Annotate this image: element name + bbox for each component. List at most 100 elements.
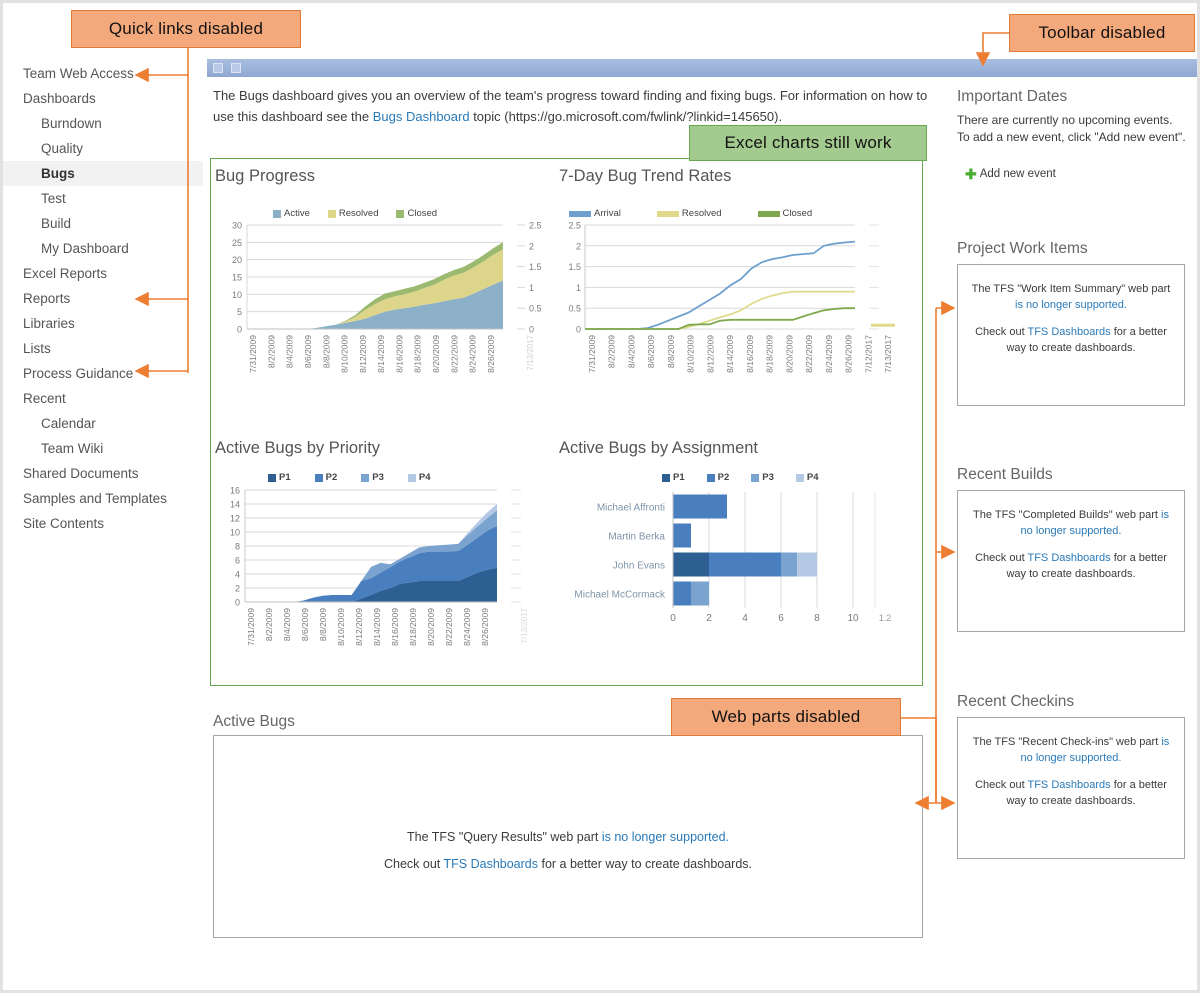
svg-text:1.5: 1.5 <box>568 262 581 272</box>
sidebar-item-lists[interactable]: Lists <box>3 336 203 361</box>
panel-title: Project Work Items <box>957 240 1185 258</box>
sidebar-item-quality[interactable]: Quality <box>3 136 203 161</box>
svg-text:8/2/2009: 8/2/2009 <box>266 335 276 368</box>
svg-text:2: 2 <box>235 584 240 594</box>
svg-text:7/31/2009: 7/31/2009 <box>246 608 256 646</box>
tfs-dashboards-link[interactable]: TFS Dashboards <box>1027 326 1110 338</box>
tfs-dashboards-link[interactable]: TFS Dashboards <box>1027 552 1110 564</box>
svg-text:8: 8 <box>814 613 820 624</box>
active-bugs-title: Active Bugs <box>213 713 295 731</box>
sidebar-item-bugs[interactable]: Bugs <box>3 161 203 186</box>
tfs-dashboards-link[interactable]: TFS Dashboards <box>1027 779 1110 791</box>
svg-text:8/24/2009: 8/24/2009 <box>462 608 472 646</box>
add-new-event-link[interactable]: ✚ Add new event <box>965 167 1197 181</box>
project-work-items-panel: Project Work Items The TFS "Work Item Su… <box>957 240 1185 406</box>
sidebar-item-label: Quality <box>41 141 83 156</box>
sidebar-item-samples-and-templates[interactable]: Samples and Templates <box>3 486 203 511</box>
sidebar-item-burndown[interactable]: Burndown <box>3 111 203 136</box>
sidebar-item-site-contents[interactable]: Site Contents <box>3 511 203 536</box>
svg-text:15: 15 <box>232 273 242 283</box>
legend-item: P2 <box>707 472 730 483</box>
sidebar-item-test[interactable]: Test <box>3 186 203 211</box>
legend-item: Closed <box>758 208 813 219</box>
toolbar[interactable] <box>207 59 1197 77</box>
sidebar-item-label: Recent <box>23 391 66 406</box>
panel-message-1: The TFS "Recent Check-ins" web part is n… <box>970 734 1172 766</box>
callout-quick-links-disabled: Quick links disabled <box>71 10 301 48</box>
svg-text:8/22/2009: 8/22/2009 <box>444 608 454 646</box>
svg-text:6: 6 <box>235 556 240 566</box>
intro-text-after: topic (https://go.microsoft.com/fwlink/?… <box>470 109 783 124</box>
legend-label: Active <box>284 208 310 219</box>
tfs-dashboards-link[interactable]: TFS Dashboards <box>444 857 538 871</box>
important-dates-title: Important Dates <box>957 88 1197 106</box>
sidebar-item-recent[interactable]: Recent <box>3 386 203 411</box>
svg-text:8/14/2009: 8/14/2009 <box>376 335 386 373</box>
sidebar-item-label: Libraries <box>23 316 75 331</box>
legend-item: P4 <box>796 472 819 483</box>
chart-legend: Arrival Resolved Closed <box>569 208 812 219</box>
sidebar-item-build[interactable]: Build <box>3 211 203 236</box>
legend-label: P2 <box>718 472 730 483</box>
panel-body: The TFS "Completed Builds" web part is n… <box>957 490 1185 632</box>
sidebar-item-reports[interactable]: Reports <box>3 286 203 311</box>
legend-swatch-icon <box>751 474 759 482</box>
legend-label: Resolved <box>682 208 722 219</box>
legend-item: P1 <box>662 472 685 483</box>
legend-label: P3 <box>372 472 384 483</box>
sidebar-item-calendar[interactable]: Calendar <box>3 411 203 436</box>
sidebar-item-label: Build <box>41 216 71 231</box>
legend-swatch-icon <box>796 474 804 482</box>
legend-label: P4 <box>807 472 819 483</box>
left-navigation: Team Web AccessDashboards Burndown Quality… <box>3 61 203 536</box>
svg-text:8/14/2009: 8/14/2009 <box>725 335 735 373</box>
chart-bug-progress: Bug Progress Active Resolved Closed 0510… <box>215 167 555 417</box>
message-line-2: Check out TFS Dashboards for a better wa… <box>214 851 922 878</box>
panel-message-2: Check out TFS Dashboards for a better wa… <box>970 777 1172 809</box>
svg-text:6: 6 <box>778 613 784 624</box>
svg-text:8/14/2009: 8/14/2009 <box>372 608 382 646</box>
recent-checkins-panel: Recent Checkins The TFS "Recent Check-in… <box>957 693 1185 859</box>
legend-item: P4 <box>408 472 431 483</box>
sidebar-item-team-web-access[interactable]: Team Web Access <box>3 61 203 86</box>
sidebar-item-excel-reports[interactable]: Excel Reports <box>3 261 203 286</box>
legend-swatch-icon <box>569 211 591 217</box>
chart-canvas: 00.511.522.57/31/20098/2/20098/4/20098/6… <box>559 219 919 415</box>
svg-text:8/24/2009: 8/24/2009 <box>468 335 478 373</box>
sidebar-item-label: Burndown <box>41 116 102 131</box>
sidebar-item-dashboards[interactable]: Dashboards <box>3 86 203 111</box>
chart-title: Bug Progress <box>215 167 315 186</box>
legend-swatch-icon <box>273 210 281 218</box>
svg-text:8/8/2009: 8/8/2009 <box>666 335 676 368</box>
sidebar-item-shared-documents[interactable]: Shared Documents <box>3 461 203 486</box>
sidebar-item-libraries[interactable]: Libraries <box>3 311 203 336</box>
sidebar-item-my-dashboard[interactable]: My Dashboard <box>3 236 203 261</box>
chart-title: 7-Day Bug Trend Rates <box>559 167 731 186</box>
legend-swatch-icon <box>408 474 416 482</box>
bugs-dashboard-link[interactable]: Bugs Dashboard <box>373 109 470 124</box>
sidebar-item-label: Test <box>41 191 66 206</box>
not-supported-link[interactable]: is no longer supported. <box>602 830 729 844</box>
page-root: Team Web AccessDashboards Burndown Quality… <box>0 0 1200 993</box>
svg-text:8/4/2009: 8/4/2009 <box>282 608 292 641</box>
svg-text:John Evans: John Evans <box>613 561 665 572</box>
svg-text:12: 12 <box>230 514 240 524</box>
svg-text:2: 2 <box>706 613 712 624</box>
active-bugs-message: The TFS "Query Results" web part is no l… <box>214 824 922 878</box>
legend-item: Active <box>273 208 310 219</box>
svg-text:8/26/2009: 8/26/2009 <box>480 608 490 646</box>
svg-text:8/12/2009: 8/12/2009 <box>354 608 364 646</box>
svg-text:8/6/2009: 8/6/2009 <box>303 335 313 368</box>
callout-label: Toolbar disabled <box>1038 23 1165 43</box>
chart-canvas: 05101520253000.511.522.57/31/20098/2/200… <box>215 219 555 415</box>
svg-text:8/18/2009: 8/18/2009 <box>408 608 418 646</box>
msg-prefix: The TFS "Recent Check-ins" web part <box>973 736 1162 748</box>
svg-text:1: 1 <box>529 283 534 293</box>
not-supported-link[interactable]: is no longer supported. <box>1015 299 1127 311</box>
sidebar-item-team-wiki[interactable]: Team Wiki <box>3 436 203 461</box>
legend-swatch-icon <box>315 474 323 482</box>
chart-legend: Active Resolved Closed <box>273 208 437 219</box>
sidebar-item-process-guidance[interactable]: Process Guidance <box>3 361 203 386</box>
legend-swatch-icon <box>662 474 670 482</box>
svg-text:4: 4 <box>235 570 240 580</box>
